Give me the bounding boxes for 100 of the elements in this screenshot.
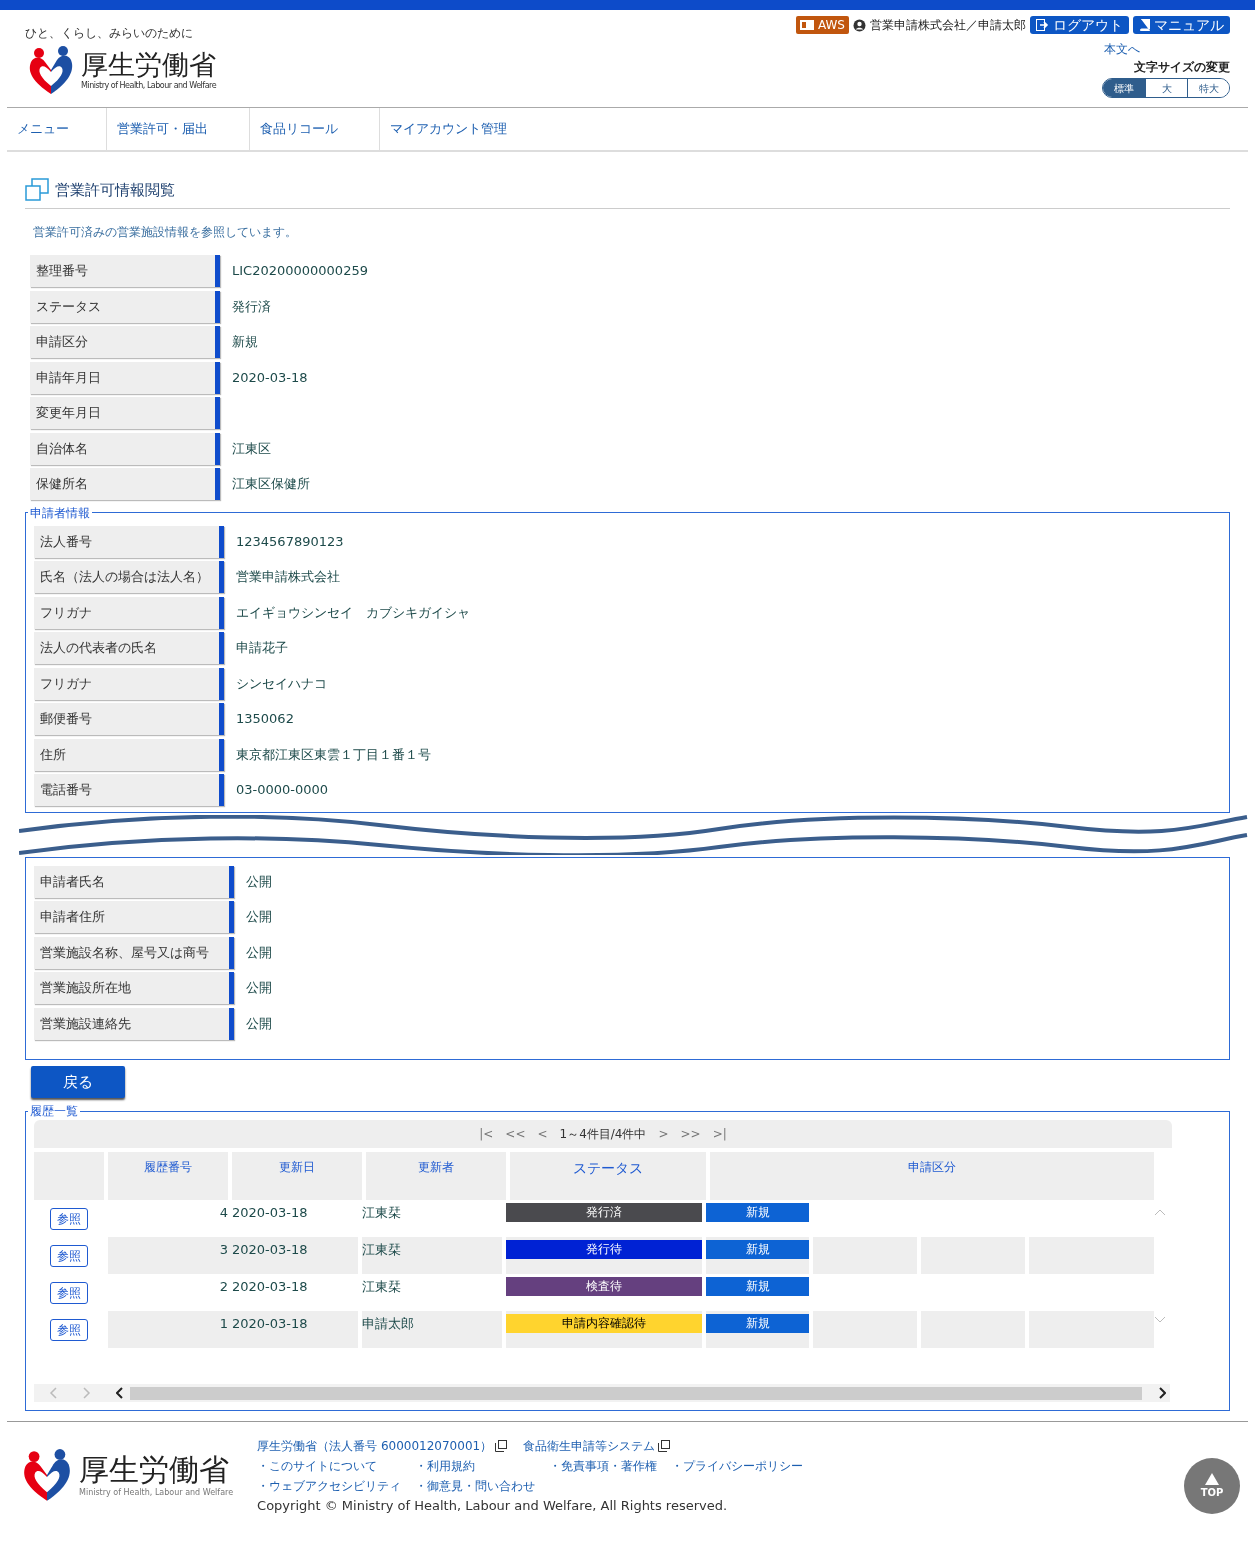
column-header: 履歴番号 [108, 1152, 228, 1200]
table-cell: 2020-03-18 [228, 1311, 358, 1348]
font-size-button[interactable]: 標準 [1103, 79, 1145, 97]
copyright: Copyright © Ministry of Health, Labour and Welfare, All Rights reserved. [257, 1497, 729, 1515]
up-triangle-icon [1205, 1472, 1219, 1485]
table-cell-text: 2020-03-18 [231, 1204, 309, 1222]
field-label: 営業施設連絡先 [34, 1007, 234, 1040]
field-value: 営業申請株式会社 [235, 568, 340, 587]
field-value: 申請花子 [235, 639, 288, 658]
table-cell-text: 4 [218, 1204, 228, 1222]
column-header: 申請区分 [710, 1152, 1154, 1200]
field-label: 郵便番号 [34, 703, 224, 735]
table-cell: 2020-03-18 [228, 1237, 358, 1274]
field-value: 公開 [245, 1014, 272, 1033]
field-label: フリガナ [34, 667, 224, 700]
logout-button[interactable]: ログアウト [1030, 16, 1129, 34]
status-badge: 申請内容確認待 [506, 1314, 702, 1333]
field-label: 申請者氏名 [34, 865, 234, 898]
footer-link[interactable]: ・このサイトについて [257, 1456, 402, 1476]
back-to-top-button[interactable]: TOP [1184, 1458, 1240, 1514]
pager-summary: 1～4件目/4件中 [559, 1126, 647, 1143]
nav-menu-item[interactable]: マイアカウント管理 [380, 108, 540, 150]
field-value: 発行済 [231, 297, 271, 316]
column-header: 更新日 [232, 1152, 362, 1200]
column-header: ステータス [510, 1152, 706, 1200]
scroll-up-icon [1154, 1208, 1166, 1216]
status-badge: 発行済 [506, 1203, 702, 1222]
status-badge: 検査待 [506, 1277, 702, 1296]
type-badge: 新規 [706, 1314, 809, 1333]
field-label: 申請者住所 [34, 901, 234, 933]
user-name: 営業申請株式会社／申請太郎 [870, 17, 1026, 34]
view-button[interactable]: 参照 [50, 1244, 88, 1267]
manual-button[interactable]: マニュアル [1133, 16, 1230, 34]
last-page-link[interactable]: >| [712, 1125, 727, 1143]
nav-menu-item[interactable]: メニュー [7, 108, 107, 150]
field-value: 新規 [231, 333, 258, 352]
field-label: 氏名（法人の場合は法人名） [34, 561, 224, 593]
table-cell: 1 [108, 1311, 228, 1348]
book-icon [1139, 19, 1150, 31]
field-label: 電話番号 [34, 774, 224, 806]
nav-menu-item[interactable]: 営業許可・届出 [107, 108, 250, 150]
logo-subtitle: Ministry of Health, Labour and Welfare [79, 1487, 234, 1499]
footer-link[interactable]: ・免責事項・著作権 [549, 1456, 658, 1476]
next-page-link[interactable]: > [658, 1125, 669, 1143]
page-title: 営業許可情報閲覧 [55, 179, 175, 201]
view-button[interactable]: 参照 [50, 1207, 88, 1230]
footer-link[interactable]: ・ウェブアクセシビリティ [257, 1476, 402, 1496]
field-value: 公開 [245, 908, 272, 927]
id-card-icon [799, 20, 814, 30]
font-size-label: 文字サイズの変更 [1134, 60, 1230, 74]
table-cell: 3 [108, 1237, 228, 1274]
scroll-left-icon [116, 1387, 124, 1399]
font-size-button[interactable]: 特大 [1187, 79, 1229, 97]
field-value: 公開 [245, 943, 272, 962]
field-value: エイギョウシンセイ カブシキガイシャ [235, 603, 470, 622]
previous-page-link[interactable]: < [537, 1125, 548, 1143]
first-page-link[interactable]: |< [479, 1125, 494, 1143]
skip-to-content-link[interactable]: 本文へ [1104, 40, 1140, 58]
field-label: 申請年月日 [30, 361, 220, 394]
logo-name: 厚生労働省 [81, 50, 217, 80]
status-badge: 発行待 [506, 1240, 702, 1259]
footer-link[interactable]: ・プライバシーポリシー [671, 1456, 804, 1476]
scroll-down-icon [1154, 1316, 1166, 1324]
field-value: 東京都江東区東雲１丁目１番１号 [235, 745, 431, 764]
field-label: 法人の代表者の氏名 [34, 632, 224, 664]
scroll-right-icon [1158, 1387, 1166, 1399]
field-value: 1234567890123 [235, 532, 344, 551]
field-label: 法人番号 [34, 525, 224, 558]
nav-menu-item[interactable]: 食品リコール [250, 108, 380, 150]
table-cell-text: 江東栞 [362, 1278, 402, 1296]
table-cell-text: 2020-03-18 [231, 1278, 309, 1296]
type-badge: 新規 [706, 1240, 809, 1259]
field-value: 江東区 [231, 439, 271, 458]
field-label: 営業施設名称、屋号又は商号 [34, 936, 234, 969]
field-label: 自治体名 [30, 432, 220, 465]
field-value: 03-0000-0000 [235, 781, 329, 800]
field-label: 住所 [34, 738, 224, 771]
previous-pages-link[interactable]: << [505, 1125, 526, 1143]
env-badge: AWS [795, 16, 849, 34]
view-button[interactable]: 参照 [50, 1318, 88, 1341]
scroll-arrows-icon [48, 1387, 92, 1399]
section-legend: 申請者情報 [28, 503, 92, 522]
page-description: 営業許可済みの営業施設情報を参照しています。 [33, 224, 298, 241]
table-cell: 申請太郎 [362, 1311, 502, 1348]
field-value: 公開 [245, 979, 272, 998]
footer-link[interactable]: 食品衛生申請等システム [523, 1436, 671, 1456]
tagline: ひと、くらし、みらいのために [25, 25, 194, 42]
logo-subtitle: Ministry of Health, Labour and Welfare [81, 80, 217, 92]
logo-name: 厚生労働省 [79, 1453, 230, 1487]
footer-link[interactable]: ・御意見・問い合わせ [415, 1476, 536, 1496]
field-value: 公開 [245, 872, 272, 891]
field-value: 1350062 [235, 710, 294, 729]
footer-link[interactable]: ・利用規約 [415, 1456, 536, 1476]
view-button[interactable]: 参照 [50, 1281, 88, 1304]
table-cell: 江東栞 [362, 1237, 502, 1274]
logout-icon [1036, 19, 1049, 31]
table-cell-text: 江東栞 [362, 1204, 402, 1222]
back-button[interactable]: 戻る [31, 1066, 125, 1098]
footer-link[interactable]: 厚生労働省（法人番号 6000012070001） [257, 1436, 508, 1456]
next-pages-link[interactable]: >> [680, 1125, 701, 1143]
